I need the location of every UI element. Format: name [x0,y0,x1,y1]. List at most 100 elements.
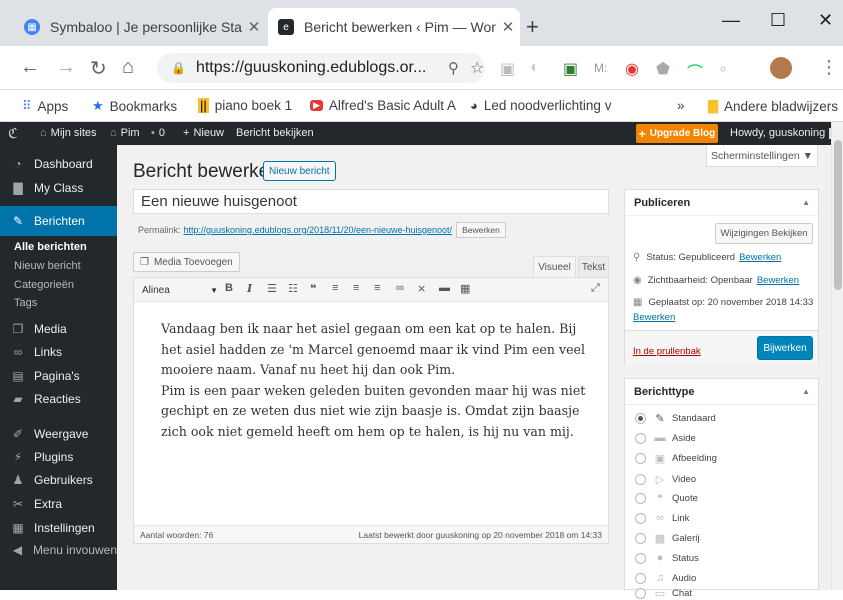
update-button[interactable]: Bijwerken [757,336,813,360]
sidebar-item-media[interactable]: ❐ Media [0,322,117,336]
radio-button[interactable] [635,413,646,424]
sidebar-item-pages[interactable]: ▤ Pagina's [0,369,117,383]
close-window-button[interactable]: ✕ [818,10,833,31]
sidebar-item-dashboard[interactable]: ◔ Dashboard [0,157,117,171]
shield-icon[interactable]: ⬟ [656,59,670,79]
extension-icon[interactable]: ▣ [500,59,515,79]
bookmark-led[interactable]: ◕ Led noodverlichting v [470,98,611,113]
blockquote-icon[interactable]: ❝ [310,282,316,295]
submenu-all-posts[interactable]: Alle berichten [0,241,117,253]
publish-date-edit-link[interactable]: Bewerken [633,312,675,323]
radio-button[interactable] [635,432,646,444]
close-tab-icon[interactable]: ✕ [242,18,266,36]
sidebar-item-comments[interactable]: ▰ Reacties [0,392,117,406]
bookmark-bookmarks[interactable]: ★ Bookmarks [92,98,177,114]
post-format-header[interactable]: Berichttype ▲ [625,379,818,405]
align-center-icon[interactable]: ≡ [353,282,359,294]
extension-icon[interactable]: M: [594,61,607,75]
sidebar-item-berichten[interactable]: ✎ Berichten [0,206,117,236]
sidebar-item-settings[interactable]: ▦ Instellingen [0,521,117,535]
bold-icon[interactable]: B [225,282,233,294]
new-post-button[interactable]: Nieuw bericht [263,161,336,181]
more-bookmarks-button[interactable]: » [677,98,685,113]
extension-icon[interactable]: ◉ [625,59,639,79]
link-icon[interactable]: ∞ [396,282,404,294]
format-select[interactable]: Alinea ▼ [142,283,218,298]
sidebar-item-tools[interactable]: ✂ Extra [0,497,117,511]
home-icon[interactable]: ⌂ [122,56,134,79]
submenu-categories[interactable]: Categorieën [0,279,117,291]
screen-options-button[interactable]: Scherminstellingen ▼ [706,145,818,167]
extension-icon[interactable]: ◐ [530,59,540,77]
permalink-edit-button[interactable]: Bewerken [456,222,506,238]
format-option-aside[interactable]: ▬ Aside [635,432,696,444]
tab-text[interactable]: Tekst [578,256,609,277]
new-tab-button[interactable]: + [526,14,539,40]
other-bookmarks[interactable]: ▇ Andere bladwijzers [708,98,838,114]
format-option-status[interactable]: ● Status [635,552,699,564]
unlink-icon[interactable]: ⨯ [417,282,426,295]
upgrade-blog-button[interactable]: + Upgrade Blog [636,124,718,143]
format-option-quote[interactable]: ❝ Quote [635,492,698,505]
visibility-edit-link[interactable]: Bewerken [757,275,799,286]
sidebar-item-my-class[interactable]: ▇ My Class [0,181,117,195]
radio-button[interactable] [635,512,646,524]
format-option-audio[interactable]: ♫ Audio [635,572,696,584]
avatar[interactable] [770,57,792,79]
radio-button[interactable] [635,552,646,564]
add-media-button[interactable]: ❐ Media Toevoegen [133,252,240,272]
radio-button[interactable] [635,493,646,504]
address-bar[interactable]: 🔒 https://guuskoning.edublogs.or... [157,53,485,83]
format-option-image[interactable]: ▣ Afbeelding [635,452,717,465]
bullet-list-icon[interactable]: ☰ [267,282,277,295]
view-post-link[interactable]: Bericht bekijken [236,127,314,139]
numbered-list-icon[interactable]: ☷ [288,282,298,295]
post-title-input[interactable]: Een nieuwe huisgenoot [133,189,609,214]
extension-icon[interactable]: ∘ [718,59,728,79]
radio-button[interactable] [635,533,646,544]
toolbar-toggle-icon[interactable]: ▦ [460,282,470,295]
extension-icon[interactable]: ⌒ [687,59,703,83]
bookmark-apps[interactable]: ⠿ Apps [22,98,68,114]
maximize-button[interactable]: ☐ [770,10,786,31]
site-menu[interactable]: ⌂ Pim [110,127,140,139]
submenu-tags[interactable]: Tags [0,297,117,309]
format-option-chat[interactable]: ▭ Chat [635,587,692,600]
collapse-arrow-icon[interactable]: ▲ [802,198,810,207]
minimize-button[interactable]: — [722,10,740,31]
comments-menu[interactable]: ▪ 0 [151,127,165,139]
format-option-link[interactable]: ∞ Link [635,512,689,524]
collapse-arrow-icon[interactable]: ▲ [802,387,810,396]
move-to-trash-link[interactable]: In de prullenbak [633,346,701,357]
close-tab-icon[interactable]: ✕ [496,18,520,36]
fullscreen-icon[interactable]: ⤢ [591,282,600,295]
permalink-url[interactable]: http://guuskoning.edublogs.org/2018/11/2… [184,225,453,235]
bookmark-alfred[interactable]: ▶ Alfred's Basic Adult A [310,98,456,113]
menu-icon[interactable]: ⋮ [820,57,838,78]
radio-button[interactable] [635,474,646,485]
sidebar-item-appearance[interactable]: ✐ Weergave [0,427,117,441]
read-more-icon[interactable]: ▬ [439,282,450,294]
tab-visual[interactable]: Visueel [533,256,576,277]
bookmark-star-icon[interactable]: ☆ [470,58,484,78]
sidebar-item-users[interactable]: ♟ Gebruikers [0,473,117,487]
browser-tab-symbaloo[interactable]: ▦ Symbaloo | Je persoonlijke Startp ✕ [14,8,266,46]
sidebar-item-plugins[interactable]: ⚡ Plugins [0,450,117,464]
extension-icon[interactable]: ▣ [563,59,578,79]
bookmark-piano[interactable]: || piano boek 1 [198,98,292,113]
reload-icon[interactable]: ↻ [90,56,107,81]
sidebar-item-links[interactable]: ∞ Links [0,345,117,359]
scrollbar-thumb[interactable] [834,140,842,290]
edublogs-logo-icon[interactable]: ℭ [8,125,18,142]
format-option-gallery[interactable]: ▩ Galerij [635,532,699,545]
align-left-icon[interactable]: ≡ [332,282,338,294]
preview-changes-button[interactable]: Wijzigingen Bekijken [715,223,813,244]
browser-tab-edit-post[interactable]: e Bericht bewerken ‹ Pim — WordF ✕ [268,8,520,46]
publish-box-header[interactable]: Publiceren ▲ [625,190,818,216]
my-sites-menu[interactable]: ⌂ Mijn sites [40,127,97,139]
submenu-new-post[interactable]: Nieuw bericht [0,260,117,272]
radio-button[interactable] [635,572,646,584]
account-menu[interactable]: Howdy, guuskoning [730,127,841,139]
page-scrollbar[interactable] [831,122,843,590]
zoom-icon[interactable]: ⚲ [448,59,459,77]
